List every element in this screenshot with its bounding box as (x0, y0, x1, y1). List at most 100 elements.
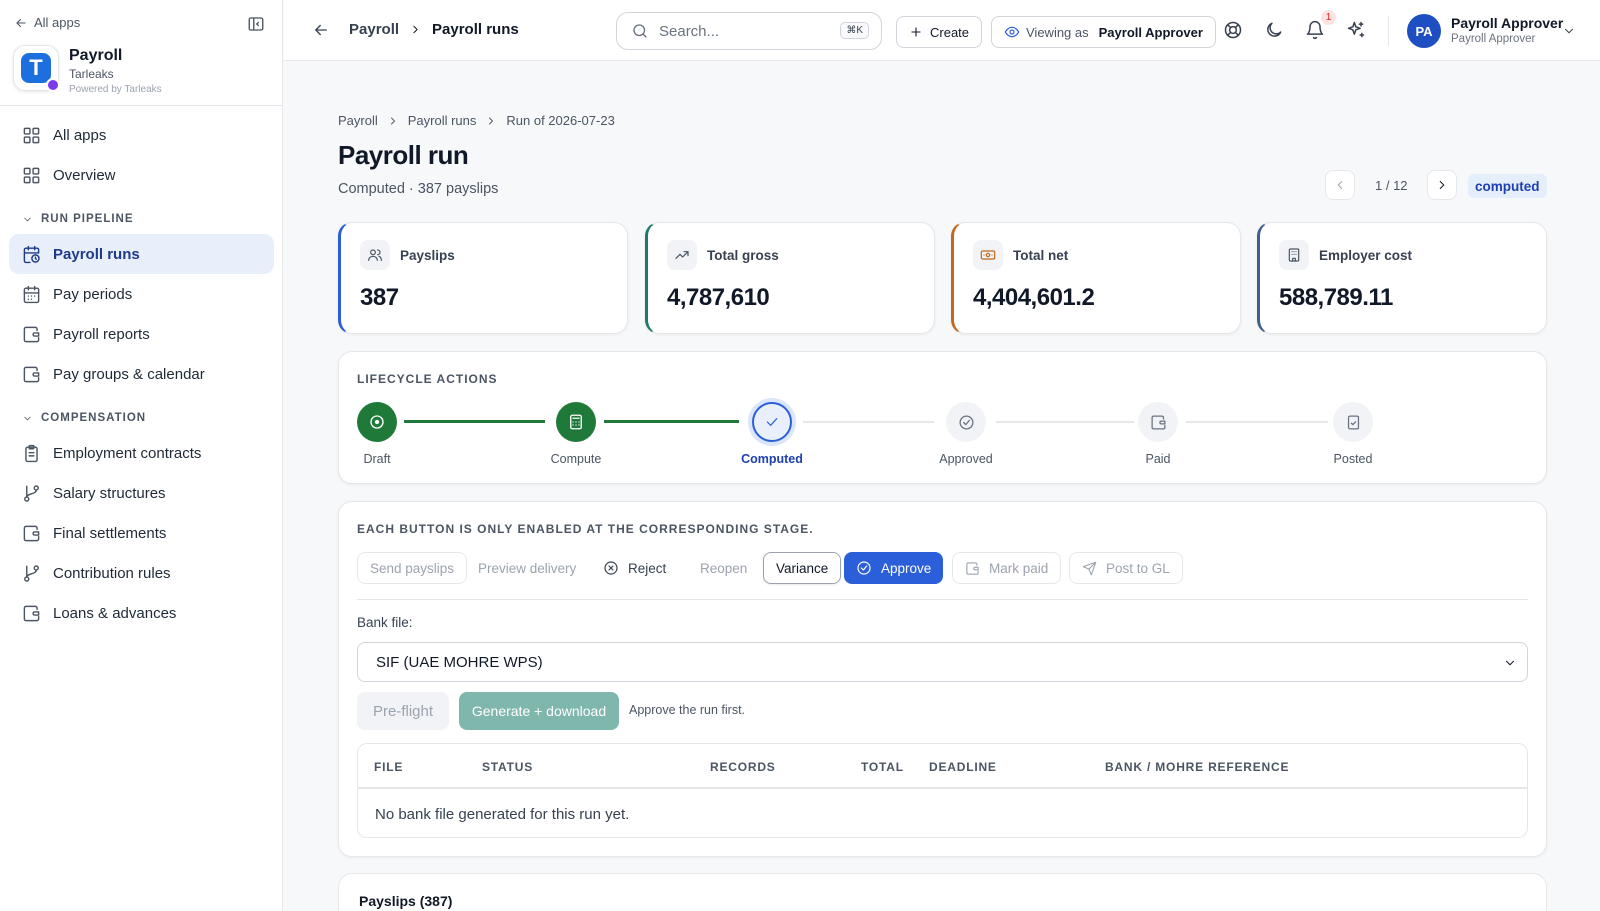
sidebar-item-label: All apps (53, 126, 107, 144)
ai-assistant-button[interactable] (1346, 20, 1366, 40)
bank-file-selected: SIF (UAE MOHRE WPS) (376, 653, 543, 671)
viewing-as-button[interactable]: Viewing as Payroll Approver (991, 16, 1216, 48)
notifications-button[interactable] (1305, 20, 1325, 40)
user-role: Payroll Approver (1451, 33, 1536, 45)
preflight-button[interactable]: Pre-flight (357, 692, 449, 730)
generate-download-button[interactable]: Generate + download (459, 692, 619, 730)
sidebar-item-payroll-runs[interactable]: Payroll runs (9, 234, 274, 274)
wallet-icon (23, 326, 40, 342)
x-circle-icon (604, 561, 618, 575)
kpi-value: 4,787,610 (667, 284, 770, 311)
mark-paid-button[interactable]: Mark paid (952, 552, 1062, 584)
back-to-all-apps-link[interactable]: All apps (14, 15, 80, 30)
chevron-down-icon (24, 217, 31, 221)
collapse-sidebar-button[interactable] (247, 15, 265, 33)
help-button[interactable] (1223, 20, 1243, 40)
moon-icon (1267, 22, 1282, 37)
previous-run-button[interactable] (1325, 170, 1355, 200)
back-button[interactable] (312, 21, 330, 39)
section-run-pipeline[interactable]: RUN PIPELINE (22, 213, 134, 225)
breadcrumb-payroll-runs[interactable]: Payroll runs (408, 113, 477, 128)
sidebar-item-contribution-rules[interactable]: Contribution rules (9, 553, 274, 593)
sidebar-item-label: Contribution rules (53, 564, 171, 582)
clipboard-icon (25, 444, 38, 462)
column-header: FILE (374, 760, 404, 774)
user-menu-toggle[interactable] (1562, 24, 1576, 38)
file-check-icon (1347, 414, 1359, 430)
send-payslips-button[interactable]: Send payslips (357, 552, 468, 584)
kpi-card-employer-cost: Employer cost 588,789.11 (1257, 222, 1547, 334)
button-label: Post to GL (1106, 560, 1170, 576)
check-circle-icon (857, 561, 871, 575)
approve-button[interactable]: Approve (844, 552, 944, 584)
search-placeholder: Search... (659, 22, 720, 40)
app-logo-letter: T (21, 53, 51, 83)
button-label: Reopen (700, 560, 748, 576)
reject-button[interactable]: Reject (591, 552, 678, 584)
sidebar-item-employment-contracts[interactable]: Employment contracts (9, 433, 274, 473)
sidebar-item-final-settlements[interactable]: Final settlements (9, 513, 274, 553)
wallet-icon (23, 366, 40, 382)
grid-icon (23, 127, 40, 143)
reopen-button[interactable]: Reopen (688, 552, 759, 584)
pager-indicator: 1 / 12 (1375, 178, 1408, 193)
bank-file-label: Bank file: (357, 615, 413, 630)
user-name: Payroll Approver (1451, 15, 1564, 31)
step-draft[interactable] (357, 402, 397, 442)
user-menu[interactable]: Payroll Approver Payroll Approver (1451, 15, 1563, 45)
topbar: Payroll Payroll runs Search... ⌘K Create… (284, 0, 1600, 61)
breadcrumb-payroll-link[interactable]: Payroll (349, 21, 399, 38)
users-icon (360, 240, 390, 270)
step-paid[interactable] (1138, 402, 1178, 442)
chevron-down-icon (24, 416, 31, 420)
search-input[interactable]: Search... ⌘K (616, 12, 882, 50)
wallet-icon (23, 525, 40, 541)
status-badge: computed (1468, 174, 1547, 198)
chevron-right-icon (413, 25, 418, 34)
breadcrumb-payroll[interactable]: Payroll (338, 113, 378, 128)
calendar-clock-icon (23, 245, 40, 263)
step-posted[interactable] (1333, 402, 1373, 442)
step-approved[interactable] (946, 402, 986, 442)
theme-toggle-button[interactable] (1264, 20, 1284, 40)
sidebar-item-payroll-reports[interactable]: Payroll reports (9, 314, 274, 354)
section-label: COMPENSATION (41, 412, 147, 424)
section-compensation[interactable]: COMPENSATION (22, 412, 146, 424)
sidebar-item-all-apps[interactable]: All apps (9, 115, 274, 155)
actions-title: EACH BUTTON IS ONLY ENABLED AT THE CORRE… (357, 522, 814, 536)
column-header: STATUS (482, 760, 534, 774)
kpi-label: Employer cost (1319, 248, 1413, 263)
bank-file-select[interactable]: SIF (UAE MOHRE WPS) (357, 642, 1528, 682)
search-shortcut-badge: ⌘K (840, 22, 869, 39)
step-label: Computed (741, 452, 803, 466)
step-computed[interactable] (752, 402, 792, 442)
lifebuoy-icon (1224, 21, 1242, 39)
sidebar-item-pay-periods[interactable]: Pay periods (9, 274, 274, 314)
sidebar-item-salary-structures[interactable]: Salary structures (9, 473, 274, 513)
progress-line (803, 421, 934, 423)
calculator-icon (570, 414, 582, 430)
avatar[interactable]: PA (1407, 14, 1441, 48)
payslips-card: Payslips (387) (338, 873, 1547, 911)
button-label: Reject (628, 560, 667, 576)
step-compute[interactable] (556, 402, 596, 442)
kpi-value: 588,789.11 (1279, 284, 1393, 311)
post-to-gl-button[interactable]: Post to GL (1069, 552, 1183, 584)
chevron-right-icon (390, 117, 395, 124)
sidebar-item-loans-advances[interactable]: Loans & advances (9, 593, 274, 633)
column-header: RECORDS (710, 760, 776, 774)
building-icon (1279, 240, 1309, 270)
chevron-down-icon (1564, 28, 1574, 34)
breadcrumb-current-run: Run of 2026-07-23 (506, 113, 615, 128)
step-label: Paid (1145, 452, 1171, 466)
wallet-icon (1150, 414, 1166, 430)
create-button[interactable]: Create (896, 16, 983, 48)
column-header: BANK / MOHRE REFERENCE (1105, 760, 1290, 774)
sidebar-item-pay-groups[interactable]: Pay groups & calendar (9, 354, 274, 394)
sidebar-item-overview[interactable]: Overview (9, 155, 274, 195)
variance-button[interactable]: Variance (763, 552, 842, 584)
eye-icon (1004, 26, 1020, 38)
preview-delivery-button[interactable]: Preview delivery (466, 552, 588, 584)
next-run-button[interactable] (1427, 170, 1457, 200)
step-label: Approved (939, 452, 993, 466)
